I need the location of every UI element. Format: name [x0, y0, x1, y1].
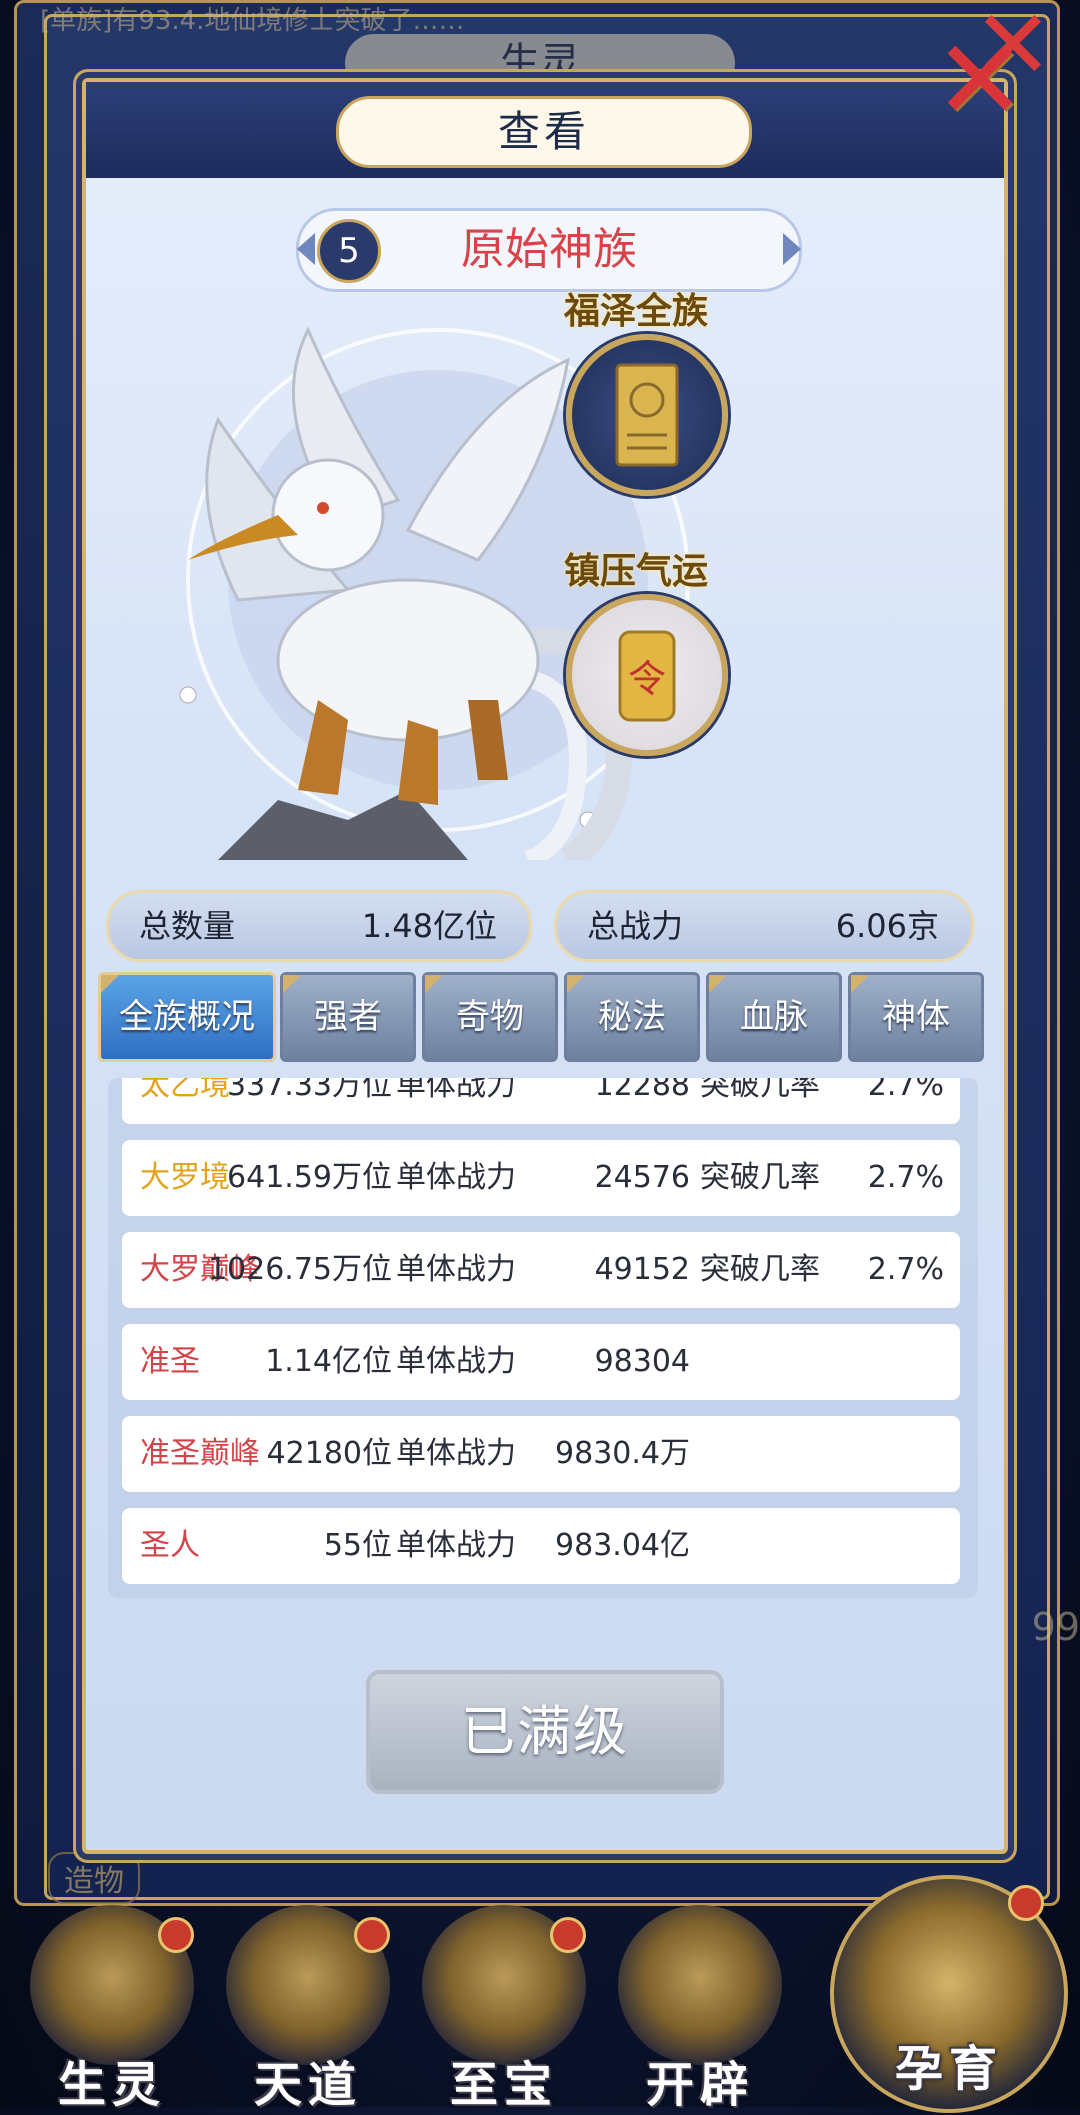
list-item: 太乙境 337.33万位 单体战力 12288 突破几率 2.7% [122, 1078, 960, 1124]
power-label: 单体战力 [396, 1528, 516, 1563]
realm-name: 太乙境 [140, 1078, 230, 1103]
realm-count: 55位 [323, 1528, 392, 1563]
list-item: 大罗境 641.59万位 单体战力 24576 突破几率 2.7% [122, 1140, 960, 1216]
realm-list[interactable]: 太乙境 337.33万位 单体战力 12288 突破几率 2.7% 大罗境 64… [108, 1078, 978, 1598]
break-rate: 2.7% [867, 1252, 944, 1287]
total-power-label: 总战力 [587, 907, 684, 945]
total-count-pill: 总数量 1.48亿位 [106, 890, 532, 962]
total-power-value: 6.06京 [835, 907, 939, 945]
break-rate: 2.7% [867, 1160, 944, 1195]
nav-item-breed[interactable]: 孕育 [830, 1875, 1068, 2113]
power-value: 24576 [594, 1160, 690, 1195]
background-ticker-text: [单族]有93.4.地仙境修士突破了…… [40, 6, 465, 36]
total-count-label: 总数量 [139, 907, 236, 945]
total-count-value: 1.48亿位 [361, 907, 497, 945]
power-label: 单体战力 [396, 1436, 516, 1471]
realm-count: 641.59万位 [227, 1160, 392, 1195]
notification-dot [1008, 1885, 1044, 1921]
total-power-pill: 总战力 6.06京 [554, 890, 974, 962]
realm-name: 准圣巅峰 [140, 1436, 260, 1471]
notification-dot [158, 1917, 194, 1953]
power-label: 单体战力 [396, 1252, 516, 1287]
realm-count: 1.14亿位 [265, 1344, 392, 1379]
list-item: 准圣 1.14亿位 单体战力 98304 [122, 1324, 960, 1400]
notification-dot [354, 1917, 390, 1953]
lotus-emblem-icon [618, 1905, 782, 2065]
background-tag: 造物 [48, 1852, 140, 1904]
nav-item-creatures[interactable]: 生灵 [12, 1905, 212, 2113]
nav-item-treasure[interactable]: 至宝 [404, 1905, 604, 2113]
background-number: 99 [1031, 1605, 1080, 1649]
perk-label-fortune: 镇压气运 [564, 551, 709, 592]
break-label: 突破几率 [700, 1160, 820, 1195]
tab-divine-body[interactable]: 神体 [848, 972, 984, 1062]
modal-title: 查看 [336, 96, 752, 168]
perk-label-blessing: 福泽全族 [564, 291, 709, 332]
gold-seal-icon[interactable]: 令 [566, 594, 728, 756]
race-banner: 原始神族 5 [296, 208, 802, 292]
break-label: 突破几率 [700, 1252, 820, 1287]
power-value: 98304 [594, 1344, 690, 1379]
realm-count: 337.33万位 [227, 1078, 392, 1103]
nav-label: 孕育 [894, 2041, 1003, 2097]
list-item: 准圣巅峰 42180位 单体战力 9830.4万 [122, 1416, 960, 1492]
notification-dot [550, 1917, 586, 1953]
max-level-button[interactable]: 已满级 [366, 1670, 724, 1794]
realm-name: 大罗境 [140, 1160, 230, 1195]
nav-label: 天道 [253, 2057, 362, 2113]
tab-strong[interactable]: 强者 [280, 972, 416, 1062]
break-label: 突破几率 [700, 1078, 820, 1103]
list-item: 圣人 55位 单体战力 983.04亿 [122, 1508, 960, 1584]
modal-header: 查看 [86, 82, 1004, 178]
power-value: 49152 [594, 1252, 690, 1287]
power-value: 983.04亿 [555, 1528, 690, 1563]
power-label: 单体战力 [396, 1344, 516, 1379]
tab-bloodline[interactable]: 血脉 [706, 972, 842, 1062]
view-modal: 查看 原始神族 5 福泽全族 镇压气运 令 总数量 1.48亿位 总战力 6.0… [82, 78, 1008, 1854]
next-race-arrow-icon[interactable] [783, 233, 801, 265]
close-icon[interactable]: ✕ [930, 25, 1030, 135]
tab-overview[interactable]: 全族概况 [98, 972, 276, 1062]
nav-label: 至宝 [449, 2057, 558, 2113]
nav-item-genesis[interactable]: 开辟 [600, 1905, 800, 2113]
gold-card-icon[interactable] [566, 334, 728, 496]
svg-text:令: 令 [628, 657, 666, 701]
break-rate: 2.7% [867, 1078, 944, 1103]
category-tabs: 全族概况 强者 奇物 秘法 血脉 神体 [98, 972, 998, 1062]
tab-treasure[interactable]: 奇物 [422, 972, 558, 1062]
bottom-nav: 生灵 天道 至宝 开辟 孕育 [0, 1875, 1080, 2113]
realm-count: 42180位 [266, 1436, 392, 1471]
race-level-badge: 5 [317, 219, 381, 283]
power-value: 12288 [594, 1078, 690, 1103]
nav-item-heaven-dao[interactable]: 天道 [208, 1905, 408, 2113]
realm-count: 1026.75万位 [207, 1252, 392, 1287]
realm-name: 准圣 [140, 1344, 200, 1379]
tab-secret-art[interactable]: 秘法 [564, 972, 700, 1062]
realm-name: 圣人 [140, 1528, 200, 1563]
power-label: 单体战力 [396, 1160, 516, 1195]
nav-label: 生灵 [57, 2057, 166, 2113]
nav-label: 开辟 [645, 2057, 754, 2113]
power-value: 9830.4万 [555, 1436, 690, 1471]
power-label: 单体战力 [396, 1078, 516, 1103]
list-item: 大罗巅峰 1026.75万位 单体战力 49152 突破几率 2.7% [122, 1232, 960, 1308]
